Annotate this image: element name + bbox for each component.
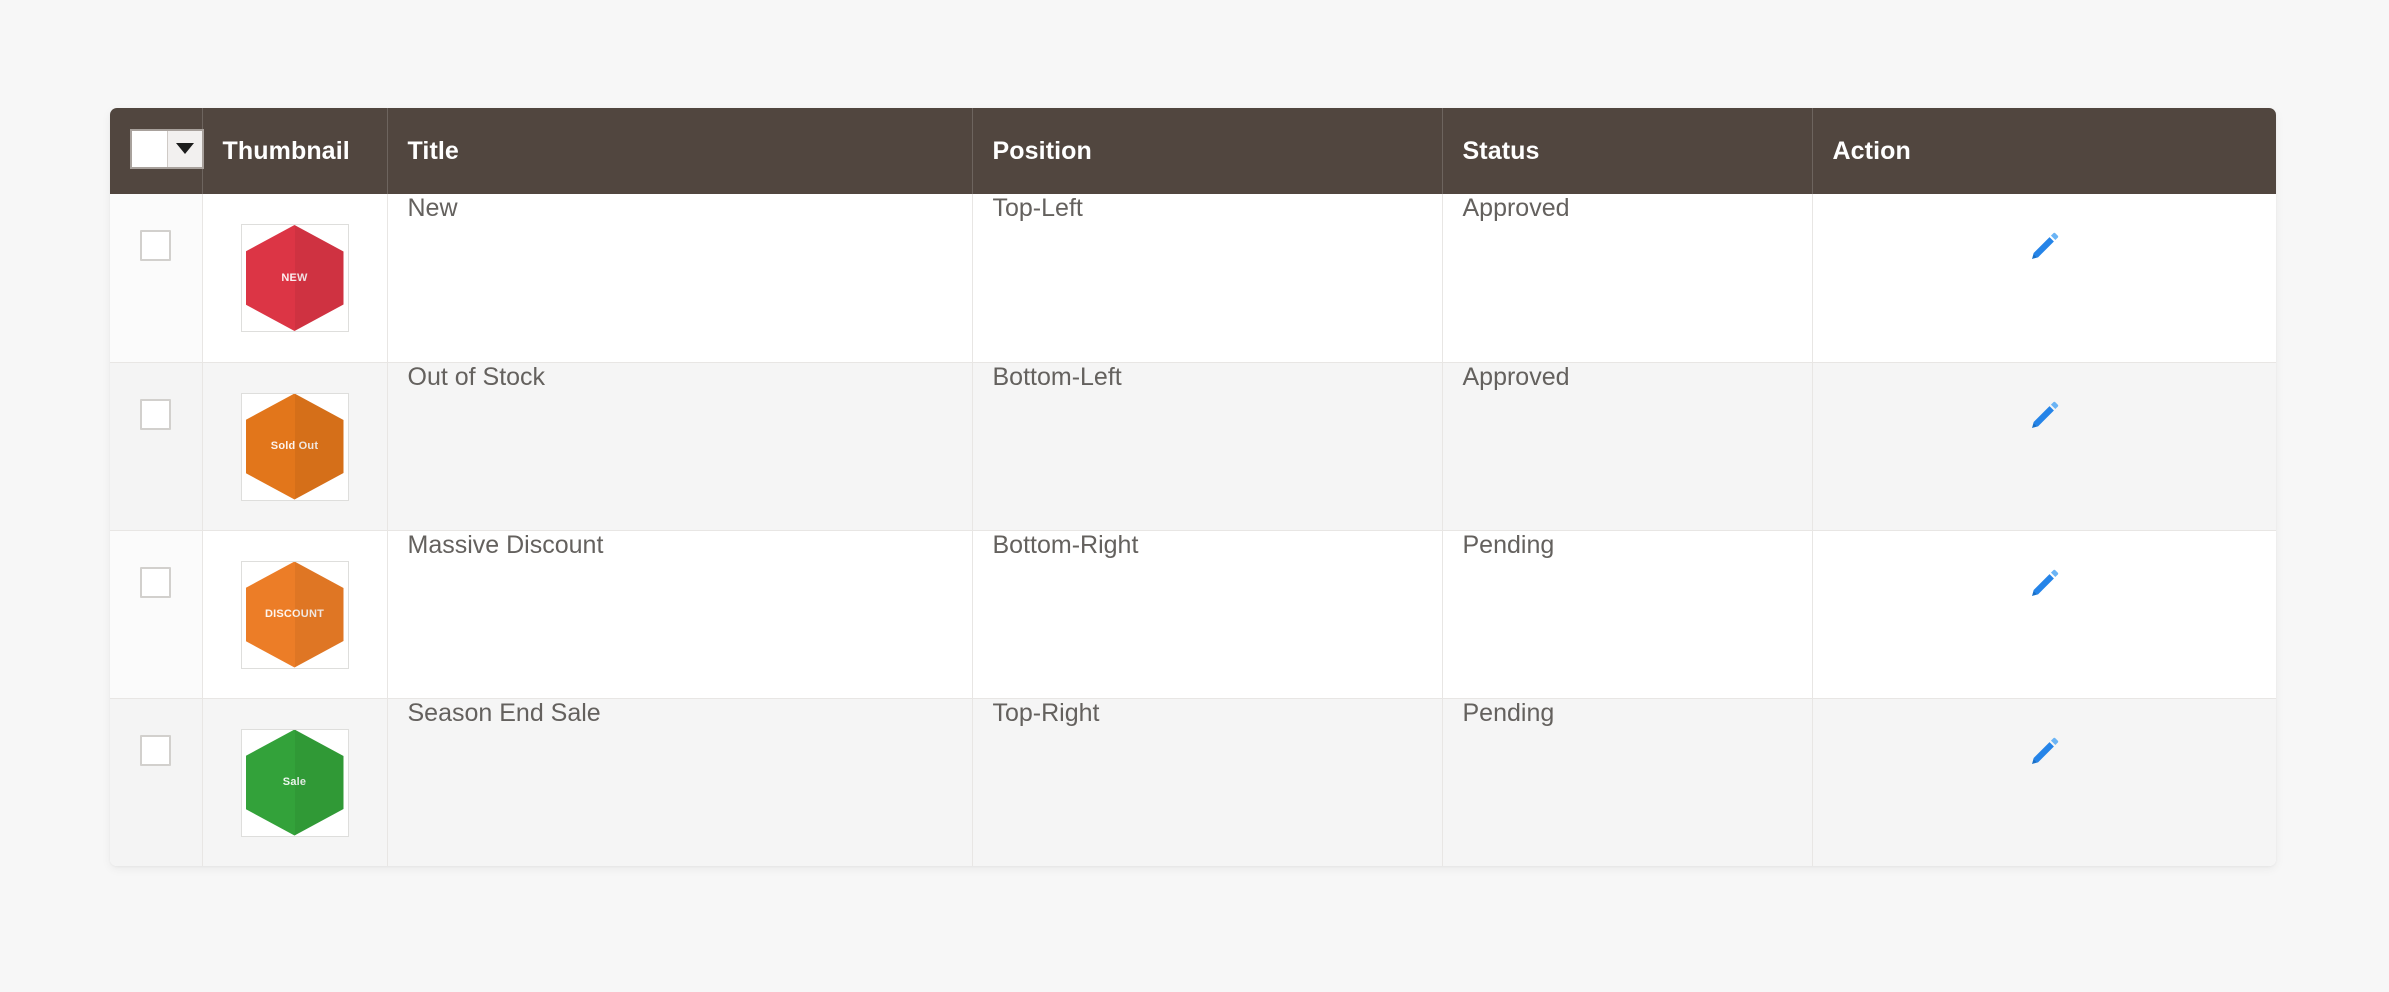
position-text: Bottom-Right [992,530,1139,559]
position-text: Bottom-Left [992,362,1122,391]
position-cell: Bottom-Right [972,530,1443,699]
position-cell: Top-Left [972,194,1443,363]
hexagon-shading [294,393,344,500]
row-select-cell[interactable] [110,194,203,363]
grid-body: NEW New Top-Left Approved Sold Out Out of Sto… [110,194,2276,866]
thumbnail-cell: DISCOUNT [202,530,388,699]
title-text: New [407,194,458,222]
massaction-select-control[interactable] [130,128,204,169]
action-cell [1812,362,2276,531]
thumbnail-frame: NEW [240,224,349,332]
status-text: Approved [1462,362,1570,391]
row-checkbox[interactable] [140,398,172,430]
thumbnail-frame: DISCOUNT [240,560,349,669]
grid-header: Thumbnail Title Position Status Action [110,108,2276,194]
title-cell: Massive Discount [387,530,973,699]
row-checkbox[interactable] [140,734,172,766]
title-cell: New [387,194,973,363]
column-header-action[interactable]: Action [1812,108,2276,194]
row-select-cell[interactable] [110,698,203,866]
hexagon-shading [294,561,344,668]
badges-grid-panel: Thumbnail Title Position Status Action N… [110,108,2276,866]
edit-pencil-icon[interactable] [2027,735,2061,769]
edit-pencil-icon[interactable] [2027,567,2061,601]
position-text: Top-Left [992,194,1083,222]
row-checkbox[interactable] [140,566,172,598]
status-text: Approved [1462,194,1570,222]
status-cell: Pending [1442,698,1813,866]
title-text: Massive Discount [407,530,604,559]
column-header-status[interactable]: Status [1442,108,1813,194]
hexagon-badge-icon: DISCOUNT [245,561,344,668]
status-cell: Approved [1442,362,1813,531]
position-cell: Top-Right [972,698,1443,866]
title-text: Out of Stock [407,362,546,391]
table-row: DISCOUNT Massive Discount Bottom-Right Pend… [110,530,2276,699]
position-text: Top-Right [992,698,1100,727]
row-select-cell[interactable] [110,530,203,699]
hexagon-badge-icon: Sale [245,729,344,836]
row-checkbox[interactable] [140,230,172,261]
status-text: Pending [1462,530,1555,559]
column-header-select-all[interactable] [110,108,204,194]
action-cell [1812,698,2276,866]
position-cell: Bottom-Left [972,362,1443,531]
title-cell: Out of Stock [387,362,973,531]
thumbnail-frame: Sale [240,728,349,837]
select-all-checkbox[interactable] [132,130,168,167]
hexagon-shading [294,729,344,836]
thumbnail-cell: Sale [202,698,388,866]
chevron-down-icon[interactable] [167,130,202,167]
hexagon-badge-icon: Sold Out [245,393,344,500]
title-cell: Season End Sale [387,698,973,866]
status-cell: Pending [1442,530,1813,699]
grid-header-row: Thumbnail Title Position Status Action [110,108,2276,194]
page-root: Thumbnail Title Position Status Action N… [0,0,2389,992]
status-text: Pending [1462,698,1555,727]
action-cell [1812,194,2276,363]
title-text: Season End Sale [407,698,601,727]
column-header-position[interactable]: Position [972,108,1443,194]
status-cell: Approved [1442,194,1813,363]
column-header-title[interactable]: Title [387,108,973,194]
hexagon-badge-icon: NEW [245,225,344,331]
edit-pencil-icon[interactable] [2027,399,2061,433]
table-row: Sold Out Out of Stock Bottom-Left Approved [110,362,2276,531]
edit-pencil-icon[interactable] [2027,230,2061,264]
thumbnail-cell: NEW [202,194,388,363]
thumbnail-frame: Sold Out [240,392,349,501]
row-select-cell[interactable] [110,362,203,531]
badges-grid: Thumbnail Title Position Status Action N… [110,108,2276,866]
column-header-thumbnail[interactable]: Thumbnail [202,108,388,194]
table-row: NEW New Top-Left Approved [110,194,2276,363]
action-cell [1812,530,2276,699]
hexagon-shading [294,225,344,331]
table-row: Sale Season End Sale Top-Right Pending [110,698,2276,866]
thumbnail-cell: Sold Out [202,362,388,531]
